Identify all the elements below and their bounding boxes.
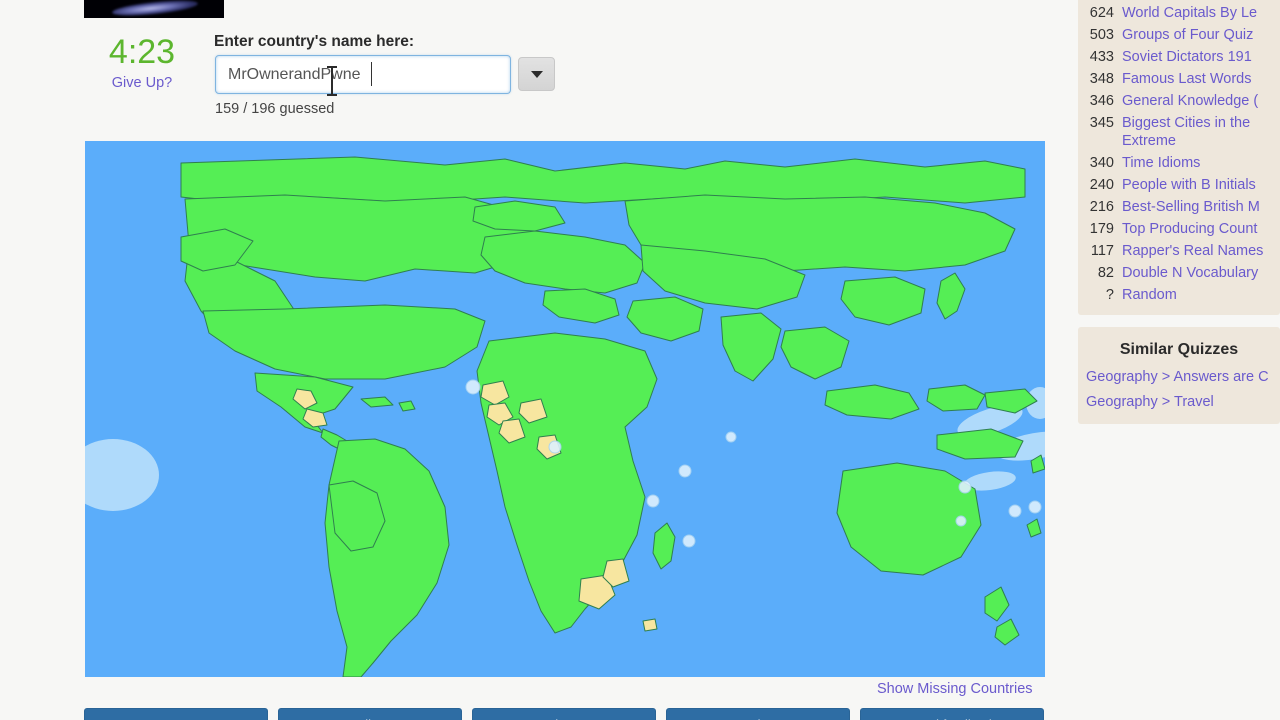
quiz-link[interactable]: Groups of Four Quiz [1122,26,1253,44]
similar-quizzes-panel: Similar Quizzes Geography > Answers are … [1078,327,1280,424]
play-count: 433 [1089,49,1114,65]
play-count: 179 [1089,221,1114,237]
similar-quiz-link[interactable]: Geography > Travel [1078,390,1280,415]
answer-input[interactable] [215,55,511,94]
similar-quizzes-heading: Similar Quizzes [1119,341,1239,358]
quiz-link[interactable]: Famous Last Words [1122,70,1251,88]
list-item[interactable]: 345 Biggest Cities in the Extreme [1078,112,1280,152]
play-count: 216 [1089,199,1114,215]
list-item[interactable]: 433 Soviet Dictators 191 [1078,46,1280,68]
right-sidebar: 624 World Capitals By Le 503 Groups of F… [1078,0,1280,720]
tweet-button[interactable]: Tweet [84,708,268,720]
quiz-link[interactable]: General Knowledge ( [1122,92,1258,110]
world-map[interactable] [85,141,1045,677]
entry-label: Enter country's name here: [214,33,415,50]
list-item[interactable]: 179 Top Producing Count [1078,218,1280,240]
list-item[interactable]: ? Random [1078,284,1280,306]
action-button-row: Tweet Like Share Nominate Send feedback [84,708,1044,720]
answer-dropdown-button[interactable] [518,57,555,91]
banner-graphic [111,0,199,18]
quiz-link[interactable]: Rapper's Real Names [1122,242,1263,260]
show-missing-countries-link[interactable]: Show Missing Countries [877,681,1033,697]
chevron-down-icon [530,70,543,78]
play-count: 117 [1090,243,1114,259]
quiz-page: 4:23 Give Up? Enter country's name here:… [0,0,1280,720]
timer-block: 4:23 Give Up? [86,32,198,92]
quiz-link[interactable]: Biggest Cities in the Extreme [1122,114,1274,150]
top-banner-ad[interactable] [84,0,224,18]
list-item[interactable]: 346 General Knowledge ( [1078,90,1280,112]
like-button[interactable]: Like [278,708,462,720]
play-count: ? [1105,287,1114,303]
play-count: 340 [1089,155,1114,171]
list-item[interactable]: 348 Famous Last Words [1078,68,1280,90]
play-count: 346 [1089,93,1114,109]
nominate-button[interactable]: Nominate [666,708,850,720]
quiz-link[interactable]: Random [1122,286,1177,304]
quiz-link[interactable]: Best-Selling British M [1122,198,1260,216]
give-up-link[interactable]: Give Up? [86,74,198,92]
play-count: 240 [1089,177,1114,193]
quiz-link[interactable]: People with B Initials [1122,176,1256,194]
quiz-link[interactable]: Top Producing Count [1122,220,1257,238]
quiz-link[interactable]: Time Idioms [1122,154,1200,172]
send-feedback-button[interactable]: Send feedback [860,708,1044,720]
list-item[interactable]: 117 Rapper's Real Names [1078,240,1280,262]
play-count: 345 [1089,115,1114,131]
quiz-link[interactable]: Double N Vocabulary [1122,264,1258,282]
similar-quiz-link[interactable]: Geography > Answers are C [1078,365,1280,390]
quiz-link[interactable]: World Capitals By Le [1122,4,1257,22]
list-item[interactable]: 624 World Capitals By Le [1078,2,1280,24]
play-count: 624 [1089,5,1114,21]
list-item[interactable]: 82 Double N Vocabulary [1078,262,1280,284]
play-count: 503 [1089,27,1114,43]
list-item[interactable]: 240 People with B Initials [1078,174,1280,196]
text-caret [371,62,372,86]
share-button[interactable]: Share [472,708,656,720]
list-item[interactable]: 216 Best-Selling British M [1078,196,1280,218]
play-count: 82 [1097,265,1114,281]
popular-quizzes-panel: 624 World Capitals By Le 503 Groups of F… [1078,0,1280,315]
guessed-counter: 159 / 196 guessed [215,101,335,117]
play-count: 348 [1089,71,1114,87]
quiz-link[interactable]: Soviet Dictators 191 [1122,48,1252,66]
list-item[interactable]: 503 Groups of Four Quiz [1078,24,1280,46]
countdown-timer: 4:23 [108,33,176,71]
list-item[interactable]: 340 Time Idioms [1078,152,1280,174]
